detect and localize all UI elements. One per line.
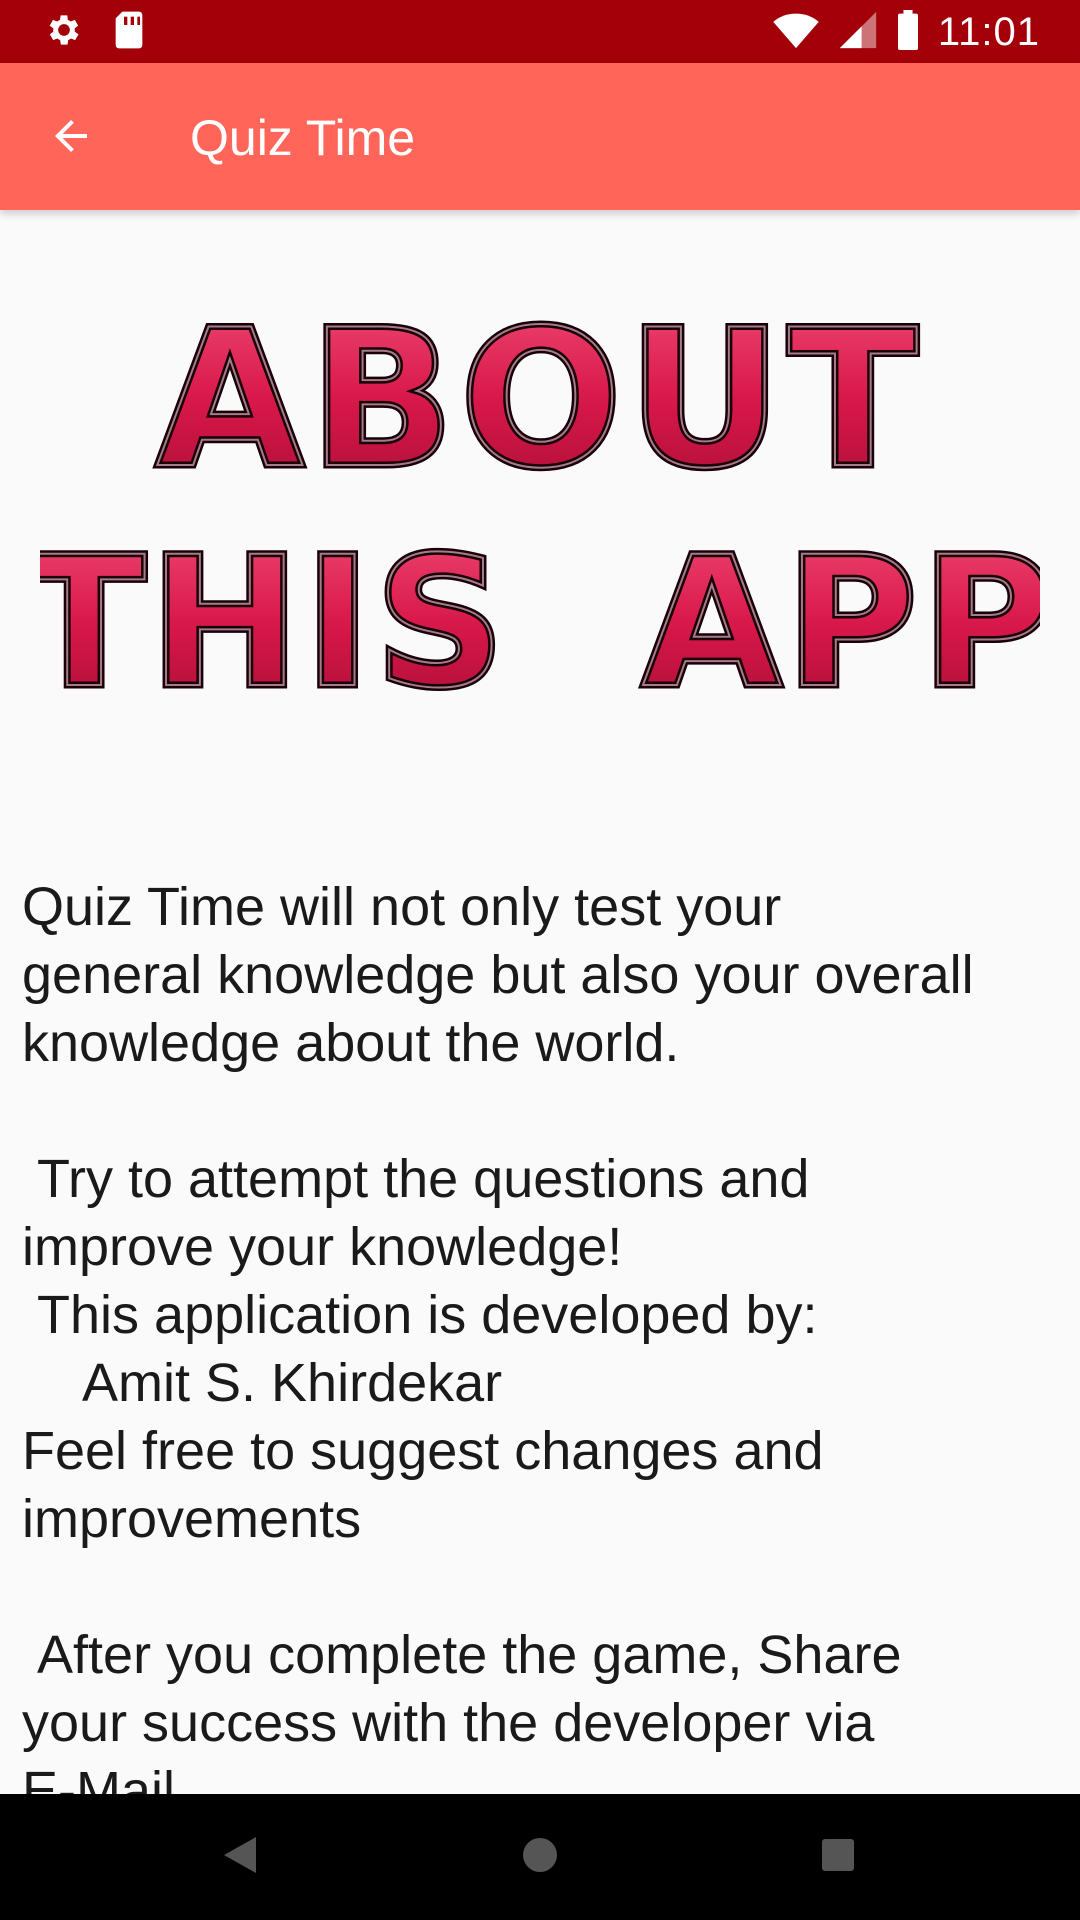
nav-recents-button[interactable] [808, 1827, 868, 1887]
sd-card-icon [112, 10, 146, 55]
banner-line-2-highlight: THIS APP [40, 519, 1040, 720]
recents-square-icon [821, 1838, 855, 1877]
page-title: Quiz Time [190, 110, 416, 166]
cell-signal-icon [838, 10, 878, 55]
gear-icon [44, 10, 84, 55]
back-button[interactable] [36, 103, 106, 173]
arrow-back-icon [47, 112, 95, 165]
wifi-icon [772, 10, 820, 55]
status-bar: 11:01 [0, 0, 1080, 63]
app-bar: Quiz Time [0, 63, 1080, 210]
status-icons-left [44, 10, 146, 55]
about-paragraph-1: Quiz Time will not only test your genera… [22, 877, 974, 1073]
nav-back-button[interactable] [210, 1827, 270, 1887]
status-icons-right: 11:01 [772, 6, 1040, 58]
status-time: 11:01 [937, 10, 1040, 54]
about-banner-image: ABOUT ABOUT THIS APP THIS APP [19, 280, 1057, 732]
about-description: Quiz Time will not only test your genera… [22, 805, 1062, 1825]
home-circle-icon [522, 1837, 558, 1878]
about-paragraph-3: After you complete the game, Share your … [22, 1625, 902, 1821]
battery-icon [896, 9, 920, 55]
system-nav-bar [0, 1794, 1080, 1920]
about-paragraph-2: Try to attempt the questions and improve… [22, 1149, 824, 1549]
nav-home-button[interactable] [510, 1827, 570, 1887]
back-triangle-icon [222, 1835, 258, 1880]
banner-line-1-highlight: ABOUT [156, 289, 923, 510]
